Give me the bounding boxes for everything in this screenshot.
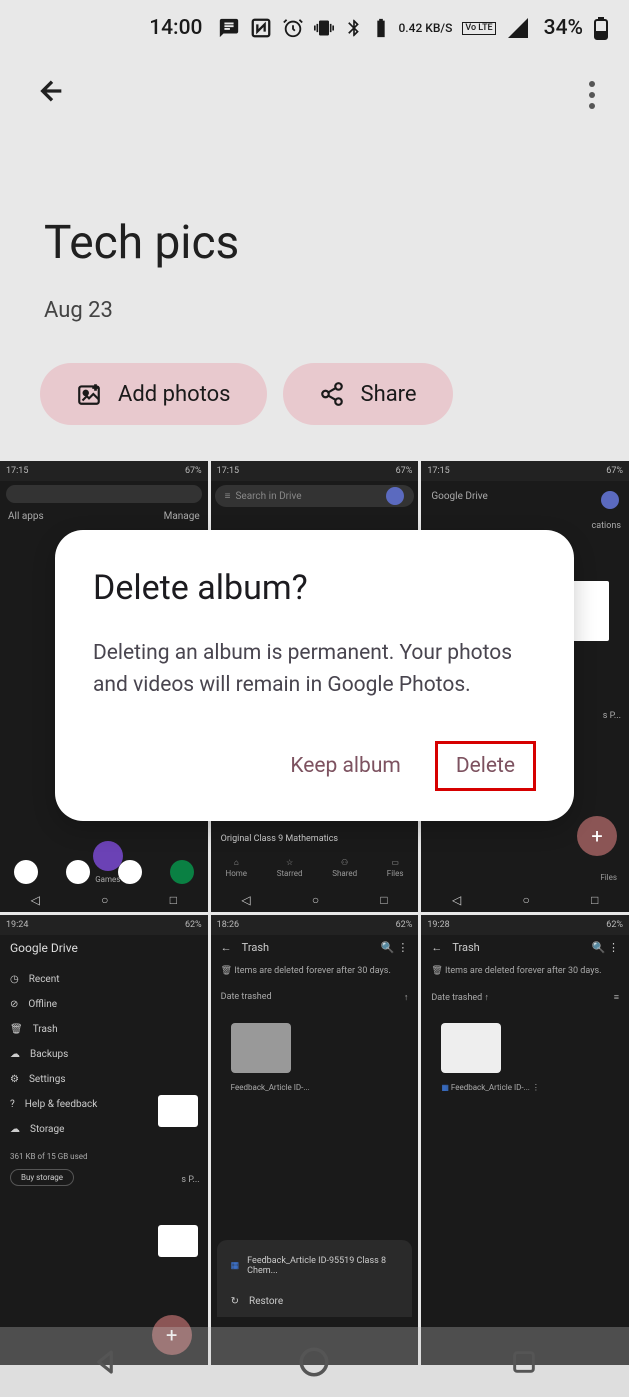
system-recents-button[interactable] (506, 1344, 542, 1380)
delete-button[interactable]: Delete (435, 741, 536, 791)
photo-thumbnail[interactable]: 19:2862% ←Trash🔍 ⋮ 🗑 Items are deleted f… (421, 915, 629, 1366)
title-section: Tech pics Aug 23 (0, 126, 629, 363)
share-button[interactable]: Share (283, 363, 453, 425)
battery-icon (593, 16, 609, 40)
status-bar: 14:00 0.42 KB/S Vo LTE 34% (0, 0, 629, 56)
dialog-title: Delete album? (93, 568, 536, 608)
add-photos-label: Add photos (118, 382, 231, 407)
album-title: Tech pics (44, 216, 585, 270)
alarm-icon (282, 17, 304, 39)
photo-thumbnail[interactable]: 19:2462% Google Drive ◷Recent ⊘Offline 🗑… (0, 915, 208, 1366)
keep-album-button[interactable]: Keep album (284, 744, 407, 788)
share-icon (319, 381, 345, 407)
dialog-actions: Keep album Delete (93, 741, 536, 791)
add-photo-icon (76, 381, 102, 407)
photo-thumbnail[interactable]: 18:2662% ←Trash🔍 ⋮ 🗑 Items are deleted f… (211, 915, 419, 1366)
battery-percent: 34% (544, 16, 583, 40)
share-label: Share (361, 382, 417, 407)
system-home-button[interactable] (296, 1344, 332, 1380)
add-photos-button[interactable]: Add photos (40, 363, 267, 425)
album-date: Aug 23 (44, 298, 585, 323)
battery-small-icon (374, 17, 388, 39)
delete-album-dialog: Delete album? Deleting an album is perma… (55, 530, 574, 821)
bluetooth-icon (344, 18, 364, 38)
system-navigation-bar (0, 1327, 629, 1397)
dialog-body: Deleting an album is permanent. Your pho… (93, 638, 536, 701)
back-button[interactable] (36, 75, 68, 115)
action-chips: Add photos Share (0, 363, 629, 461)
message-icon (218, 17, 240, 39)
app-bar (0, 56, 629, 126)
status-time: 14:00 (149, 16, 202, 40)
photo-grid-row2: 19:2462% Google Drive ◷Recent ⊘Offline 🗑… (0, 915, 629, 1366)
more-options-button[interactable] (589, 81, 605, 109)
signal-icon (506, 18, 530, 38)
volte-icon: Vo LTE (462, 22, 495, 35)
vibrate-icon (314, 18, 334, 38)
nfc-icon (250, 17, 272, 39)
data-rate: 0.42 KB/S (398, 22, 452, 34)
system-back-button[interactable] (87, 1344, 123, 1380)
